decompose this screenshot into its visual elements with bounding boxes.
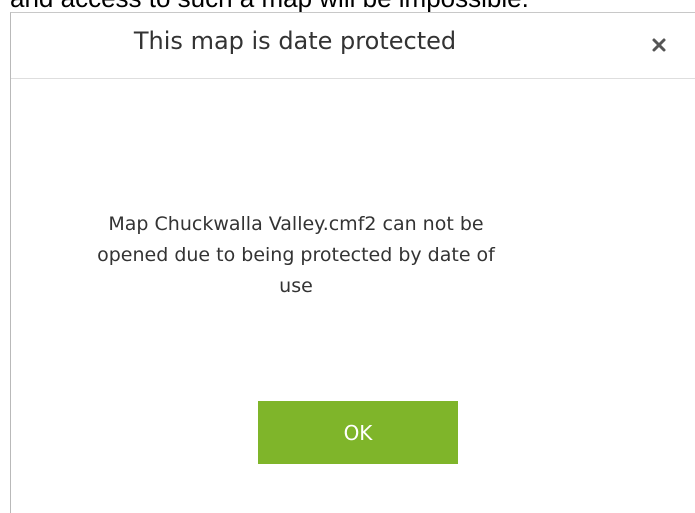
ok-button[interactable]: OK: [258, 401, 458, 464]
date-protected-dialog: This map is date protected Map Chuckwall…: [10, 12, 695, 513]
dialog-header: This map is date protected: [11, 13, 695, 79]
dialog-message: Map Chuckwalla Valley.cmf2 can not be op…: [97, 213, 495, 297]
dialog-title: This map is date protected: [133, 27, 457, 55]
close-button[interactable]: [647, 33, 671, 57]
page: and access to such a map will be impossi…: [0, 0, 695, 513]
close-icon: [652, 38, 666, 52]
dialog-body: Map Chuckwalla Valley.cmf2 can not be op…: [11, 79, 695, 513]
